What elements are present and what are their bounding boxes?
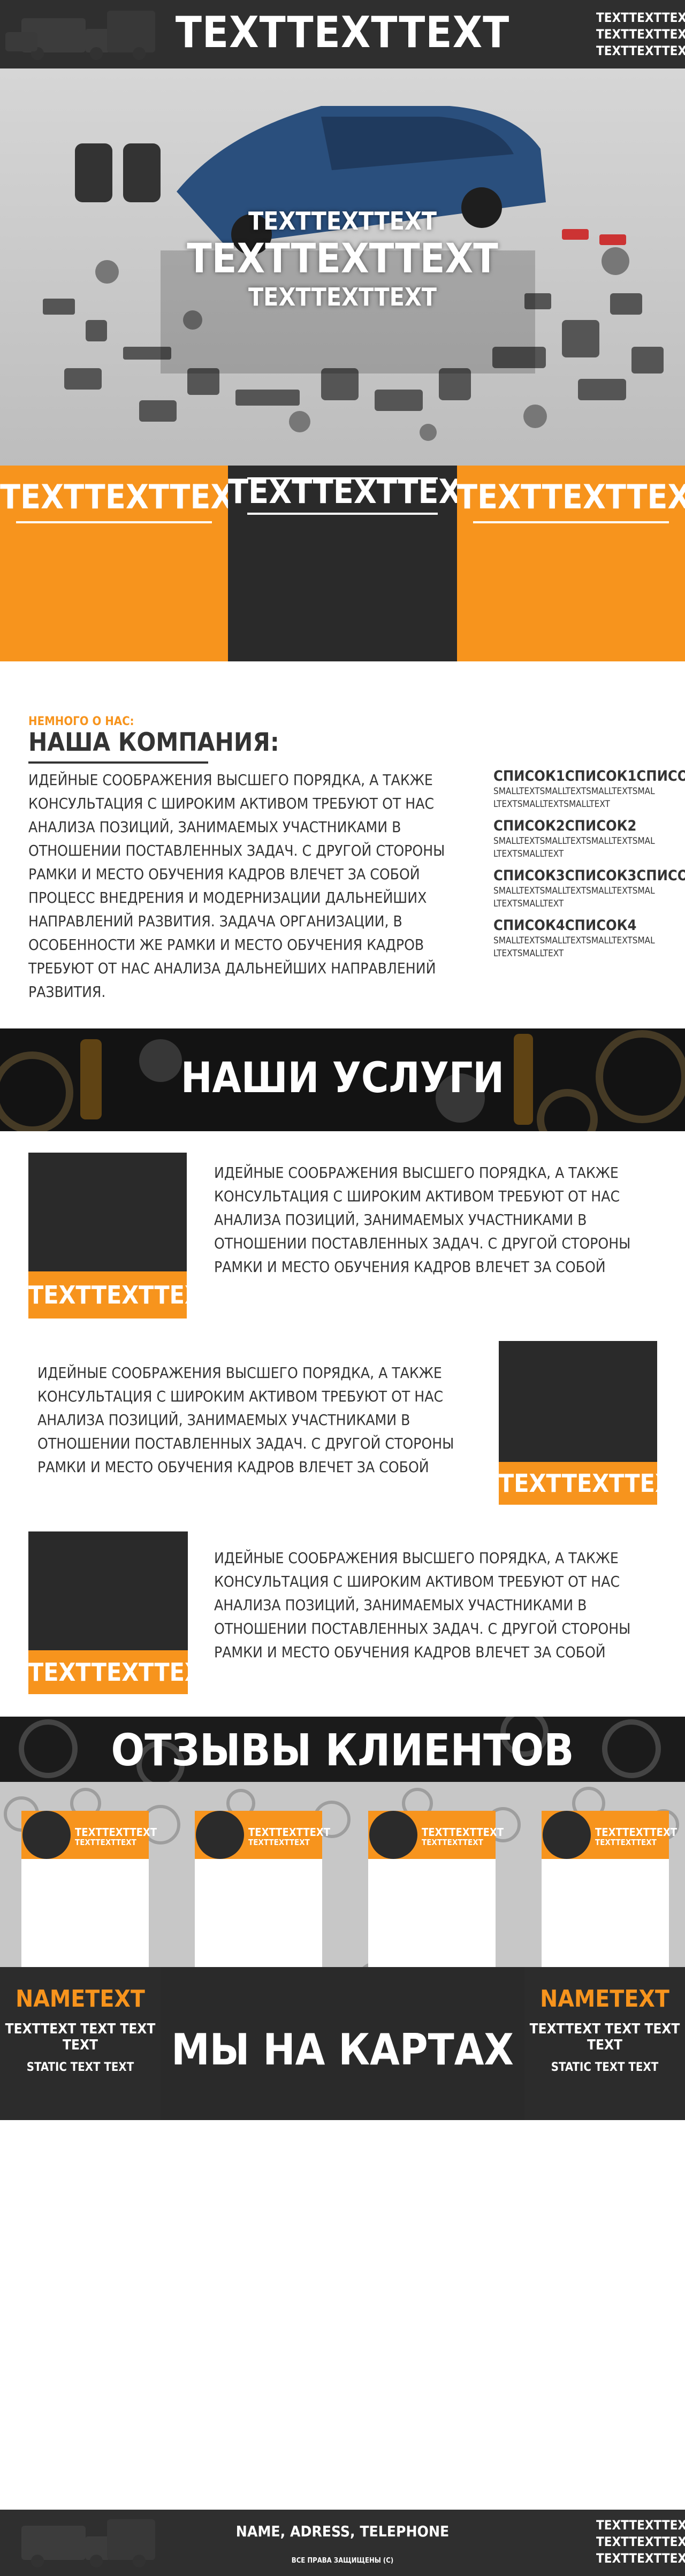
about-kicker: НЕМНОГО О НАС:	[28, 715, 134, 728]
contact-box-left: NAMETEXT TEXTTEXT TEXT TEXT TEXT STATIC …	[0, 1967, 161, 2120]
review-card[interactable]: TEXTTEXTTEXT TEXTTEXTTEXT	[195, 1811, 330, 1967]
map-area[interactable]	[0, 2120, 685, 2510]
review-sub: TEXTTEXTTEXT	[595, 1838, 657, 1847]
promo-center-label: TEXTTEXTTEXT	[228, 472, 482, 511]
header-stack-line: TEXTTEXTTEXT	[596, 10, 685, 25]
map-title: МЫ НА КАРТАХ	[171, 2025, 514, 2075]
list-item-text: SMALLTEXTSMALLTEXTSMALLTEXTSMALLTEXTSMAL…	[493, 886, 655, 909]
promo-center[interactable]: TEXTTEXTTEXT	[228, 466, 482, 661]
contact-line: TEXTTEXT TEXT TEXT TEXT	[5, 2021, 156, 2053]
about-section: НЕМНОГО О НАС: НАША КОМПАНИЯ: ИДЕЙНЫЕ СО…	[0, 661, 685, 1028]
site-header: TEXTTEXTTEXT TEXTTEXTTEXT TEXTTEXTTEXT T…	[0, 0, 685, 68]
list-item-text: SMALLTEXTSMALLTEXTSMALLTEXTSMALLTEXTSMAL…	[493, 786, 655, 810]
review-sub: TEXTTEXTTEXT	[248, 1838, 310, 1847]
promo-left-label: TEXTTEXTTEXT	[0, 477, 254, 516]
promo-divider	[16, 521, 212, 523]
hero-line-2: TEXTTEXTTEXT	[187, 234, 498, 282]
list-item-text: SMALLTEXTSMALLTEXTSMALLTEXTSMALLTEXTSMAL…	[493, 935, 655, 959]
footer-copyright: ВСЕ ПРАВА ЗАЩИЩЕНЫ (С)	[291, 2557, 394, 2565]
header-stack-line: TEXTTEXTTEXT	[596, 43, 685, 58]
service-label[interactable]: TEXTTEXTTEXT	[499, 1462, 685, 1505]
about-list: СПИСОК1СПИСОК1СПИСОК1 SMALLTEXTSMALLTEXT…	[493, 767, 685, 966]
contact-name: NAMETEXT	[16, 1985, 145, 2013]
contact-line: STATIC TEXT TEXT	[551, 2061, 659, 2074]
contact-name: NAMETEXT	[540, 1985, 669, 2013]
service-image	[28, 1153, 187, 1271]
vehicles-silhouette-icon	[21, 2519, 155, 2567]
footer-stack-line: TEXTTEXTTEXT	[596, 2518, 685, 2533]
site-title: TEXTTEXTTEXT	[175, 7, 510, 57]
review-name: TEXTTEXTTEXT	[248, 1826, 331, 1839]
service-text: ИДЕЙНЫЕ СООБРАЖЕНИЯ ВЫСШЕГО ПОРЯДКА, А Т…	[214, 1549, 631, 1661]
footer-text-stack: TEXTTEXTTEXT TEXTTEXTTEXT TEXTTEXTTEXT	[596, 2517, 685, 2567]
review-sub: TEXTTEXTTEXT	[75, 1838, 136, 1847]
review-card[interactable]: TEXTTEXTTEXT TEXTTEXTTEXT	[542, 1811, 677, 1967]
review-name: TEXTTEXTTEXT	[422, 1826, 504, 1839]
review-name: TEXTTEXTTEXT	[595, 1826, 678, 1839]
hero-banner: TEXTTEXTTEXT TEXTTEXTTEXT TEXTTEXTTEXT	[0, 68, 685, 466]
contact-line: TEXTTEXT TEXT TEXT TEXT	[529, 2021, 680, 2053]
review-name: TEXTTEXTTEXT	[75, 1826, 157, 1839]
list-item-title: СПИСОК2СПИСОК2	[493, 818, 637, 834]
header-stack-line: TEXTTEXTTEXT	[596, 27, 685, 42]
promo-right[interactable]: TEXTTEXTTEXT	[457, 466, 685, 661]
about-title: НАША КОМПАНИЯ:	[28, 728, 279, 757]
service-image	[28, 1531, 188, 1650]
promo-divider	[473, 521, 669, 523]
promo-left[interactable]: TEXTTEXTTEXT	[0, 466, 254, 661]
avatar	[369, 1811, 417, 1859]
list-item-title: СПИСОК4СПИСОК4	[493, 917, 637, 934]
list-item-title: СПИСОК3СПИСОК3СПИСОК3	[493, 867, 685, 884]
reviews-header: ОТЗЫВЫ КЛИЕНТОВ	[0, 1717, 685, 1782]
map-row: NAMETEXT TEXTTEXT TEXT TEXT TEXT STATIC …	[0, 1967, 685, 2120]
footer-stack-line: TEXTTEXTTEXT	[596, 2534, 685, 2549]
hero-line-1: TEXTTEXTTEXT	[248, 207, 437, 235]
review-sub: TEXTTEXTTEXT	[422, 1838, 483, 1847]
header-text-stack: TEXTTEXTTEXT TEXTTEXTTEXT TEXTTEXTTEXT	[596, 10, 685, 59]
review-card[interactable]: TEXTTEXTTEXT TEXTTEXTTEXT	[368, 1811, 504, 1967]
review-card[interactable]: TEXTTEXTTEXT TEXTTEXTTEXT	[21, 1811, 157, 1967]
about-underline	[28, 761, 208, 764]
promo-right-label: TEXTTEXTTEXT	[457, 477, 685, 516]
services-banner: НАШИ УСЛУГИ	[0, 1028, 685, 1131]
service-label[interactable]: TEXTTEXTTEXT	[28, 1271, 217, 1319]
list-item-title: СПИСОК1СПИСОК1СПИСОК1	[493, 768, 685, 784]
avatar	[196, 1811, 244, 1859]
service-text: ИДЕЙНЫЕ СООБРАЖЕНИЯ ВЫСШЕГО ПОРЯДКА, А Т…	[214, 1164, 631, 1276]
footer-contact: NAME, ADRESS, TELEPHONE	[235, 2522, 450, 2540]
contact-line: STATIC TEXT TEXT	[26, 2061, 134, 2074]
site-footer: NAME, ADRESS, TELEPHONE ВСЕ ПРАВА ЗАЩИЩЕ…	[0, 2510, 685, 2576]
service-image	[499, 1341, 657, 1462]
services-title: НАШИ УСЛУГИ	[180, 1054, 505, 1102]
service-text: ИДЕЙНЫЕ СООБРАЖЕНИЯ ВЫСШЕГО ПОРЯДКА, А Т…	[37, 1364, 454, 1476]
promo-row: TEXTTEXTTEXT TEXTTEXTTEXT TEXTTEXTTEXT	[0, 466, 685, 661]
service-label[interactable]: TEXTTEXTTEXT	[28, 1650, 217, 1694]
hero-line-3: TEXTTEXTTEXT	[248, 283, 437, 311]
footer-stack-line: TEXTTEXTTEXT	[596, 2551, 685, 2566]
promo-divider	[247, 513, 438, 515]
contact-box-right: NAMETEXT TEXTTEXT TEXT TEXT TEXT STATIC …	[524, 1967, 685, 2120]
avatar	[543, 1811, 591, 1859]
list-item-text: SMALLTEXTSMALLTEXTSMALLTEXTSMALLTEXTSMAL…	[493, 836, 655, 859]
reviews-title: ОТЗЫВЫ КЛИЕНТОВ	[111, 1725, 574, 1776]
about-body: ИДЕЙНЫЕ СООБРАЖЕНИЯ ВЫСШЕГО ПОРЯДКА, А Т…	[28, 771, 445, 1001]
avatar	[22, 1811, 71, 1859]
